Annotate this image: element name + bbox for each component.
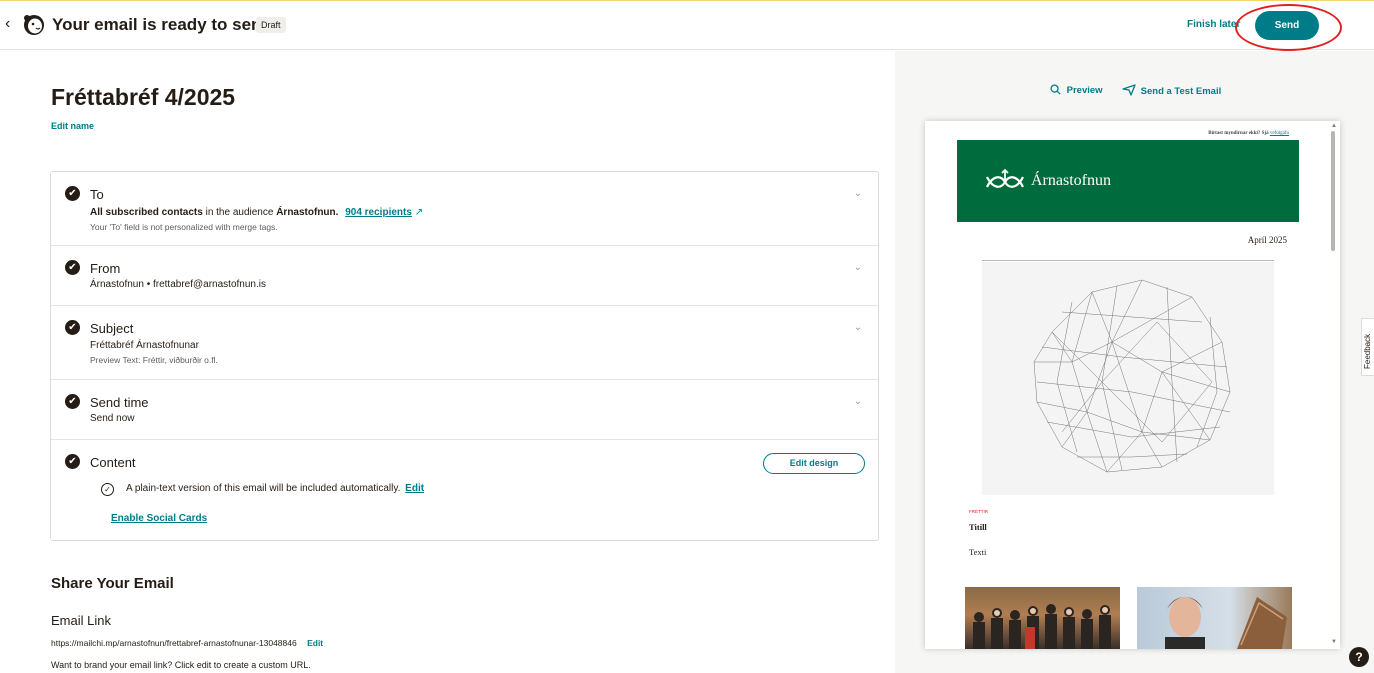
back-chevron-icon[interactable]: ‹ bbox=[5, 15, 10, 33]
row-title: From bbox=[90, 261, 121, 276]
web-version-link[interactable]: vefútgáfu bbox=[1270, 131, 1289, 136]
highlight-annotation bbox=[1235, 4, 1342, 51]
scroll-down-icon[interactable]: ▼ bbox=[1331, 639, 1337, 645]
audience-name: Árnastofnun. bbox=[276, 207, 339, 218]
from-line: Árnastofnun • frettabref@arnastofnun.is bbox=[90, 279, 266, 290]
chevron-down-icon[interactable]: ⌄ bbox=[854, 396, 862, 407]
check-circle-icon: ✔ bbox=[65, 186, 80, 201]
divider bbox=[982, 260, 1274, 261]
row-title: Content bbox=[90, 455, 136, 470]
wireframe-sphere-image bbox=[982, 262, 1274, 495]
preview-panel: Preview Send a Test Email Birtast myndir… bbox=[895, 51, 1374, 673]
plain-text-note: A plain-text version of this email will … bbox=[126, 483, 424, 494]
checklist-row-subject[interactable]: ✔ Subject Fréttabréf Árnastofnunar Previ… bbox=[51, 306, 878, 380]
checklist-row-from[interactable]: ✔ From Árnastofnun • frettabref@arnastof… bbox=[51, 246, 878, 306]
audience-connector: in the audience bbox=[202, 207, 277, 218]
brand-link-note: Want to brand your email link? Click edi… bbox=[51, 660, 311, 670]
feedback-tab[interactable]: Feedback bbox=[1361, 318, 1374, 376]
feedback-label: Feedback bbox=[1363, 333, 1372, 369]
email-body: Birtast myndirnar ekki? Sjá vefútgáfu Ár… bbox=[957, 121, 1299, 649]
email-header: Árnastofnun bbox=[957, 140, 1299, 222]
check-circle-icon: ✔ bbox=[65, 394, 80, 409]
check-outline-icon: ✓ bbox=[101, 483, 114, 496]
preview-link[interactable]: Preview bbox=[1050, 84, 1103, 96]
checklist-row-content: ✔ Content Edit design ✓ A plain-text ver… bbox=[51, 440, 878, 540]
boy-with-book-photo-image bbox=[1137, 587, 1292, 649]
campaign-checklist-panel: Fréttabréf 4/2025 Edit name ✔ To All sub… bbox=[0, 51, 895, 673]
search-icon bbox=[1050, 84, 1061, 95]
help-icon[interactable]: ? bbox=[1349, 647, 1369, 667]
email-link-heading: Email Link bbox=[51, 613, 111, 628]
url-edit-link[interactable]: Edit bbox=[307, 638, 323, 648]
checklist-row-to[interactable]: ✔ To All subscribed contacts in the audi… bbox=[51, 172, 878, 246]
top-note-text: Birtast myndirnar ekki? Sjá bbox=[1208, 131, 1270, 136]
send-icon bbox=[1122, 84, 1136, 96]
checklist-row-send-time[interactable]: ✔ Send time Send now ⌄ bbox=[51, 380, 878, 440]
preview-label: Preview bbox=[1066, 85, 1103, 96]
chevron-down-icon[interactable]: ⌄ bbox=[854, 262, 862, 273]
to-sub-note: Your 'To' field is not personalized with… bbox=[90, 222, 278, 232]
subject-line: Fréttabréf Árnastofnunar bbox=[90, 340, 199, 351]
check-circle-icon: ✔ bbox=[65, 260, 80, 275]
recipients-link[interactable]: 904 recipients bbox=[345, 207, 412, 218]
check-circle-icon: ✔ bbox=[65, 320, 80, 335]
row-title: Subject bbox=[90, 321, 134, 336]
edit-design-button[interactable]: Edit design bbox=[763, 453, 865, 474]
audience-segment: All subscribed contacts bbox=[90, 207, 203, 218]
status-badge: Draft bbox=[256, 17, 286, 33]
finish-later-button[interactable]: Finish later bbox=[1187, 19, 1240, 30]
top-bar: ‹ Your email is ready to send! Draft Fin… bbox=[0, 0, 1374, 51]
plain-text-label: A plain-text version of this email will … bbox=[126, 483, 401, 494]
send-test-email-link[interactable]: Send a Test Email bbox=[1122, 84, 1221, 97]
row-title: Send time bbox=[90, 395, 149, 410]
email-org-name: Árnastofnun bbox=[1031, 172, 1111, 189]
external-link-icon[interactable]: ↗ bbox=[415, 207, 423, 218]
preview-scrollbar[interactable]: ▲ ▼ bbox=[1326, 121, 1340, 649]
checklist: ✔ To All subscribed contacts in the audi… bbox=[50, 171, 879, 541]
chevron-down-icon[interactable]: ⌄ bbox=[854, 188, 862, 199]
article-category: FRÉTTIR bbox=[969, 509, 988, 514]
to-audience-line: All subscribed contacts in the audience … bbox=[90, 207, 423, 218]
enable-social-cards-link[interactable]: Enable Social Cards bbox=[111, 513, 207, 524]
mailchimp-logo-icon bbox=[24, 15, 44, 35]
row-title: To bbox=[90, 187, 104, 202]
email-top-note: Birtast myndirnar ekki? Sjá vefútgáfu bbox=[1208, 131, 1289, 136]
email-url-line: https://mailchi.mp/arnastofnun/frettabre… bbox=[51, 638, 323, 648]
arnastofnun-logo-icon bbox=[986, 168, 1024, 188]
group-photo-image bbox=[965, 587, 1120, 649]
share-heading: Share Your Email bbox=[51, 575, 174, 592]
scroll-thumb[interactable] bbox=[1331, 131, 1335, 251]
email-preview-frame[interactable]: Birtast myndirnar ekki? Sjá vefútgáfu Ár… bbox=[925, 121, 1340, 649]
send-test-label: Send a Test Email bbox=[1140, 86, 1222, 97]
preview-text-line: Preview Text: Fréttir, viðburðir o.fl. bbox=[90, 355, 218, 365]
check-circle-icon: ✔ bbox=[65, 454, 80, 469]
article-text: Texti bbox=[969, 547, 987, 557]
send-time-line: Send now bbox=[90, 413, 135, 424]
page-title: Your email is ready to send! bbox=[52, 15, 278, 34]
scroll-up-icon[interactable]: ▲ bbox=[1331, 123, 1337, 129]
article-title: Titill bbox=[969, 522, 987, 532]
plain-text-edit-link[interactable]: Edit bbox=[405, 483, 424, 494]
edit-name-link[interactable]: Edit name bbox=[51, 121, 94, 131]
campaign-name: Fréttabréf 4/2025 bbox=[51, 84, 236, 110]
email-date: Apríl 2025 bbox=[1247, 235, 1287, 245]
email-url[interactable]: https://mailchi.mp/arnastofnun/frettabre… bbox=[51, 638, 297, 648]
chevron-down-icon[interactable]: ⌄ bbox=[854, 322, 862, 333]
